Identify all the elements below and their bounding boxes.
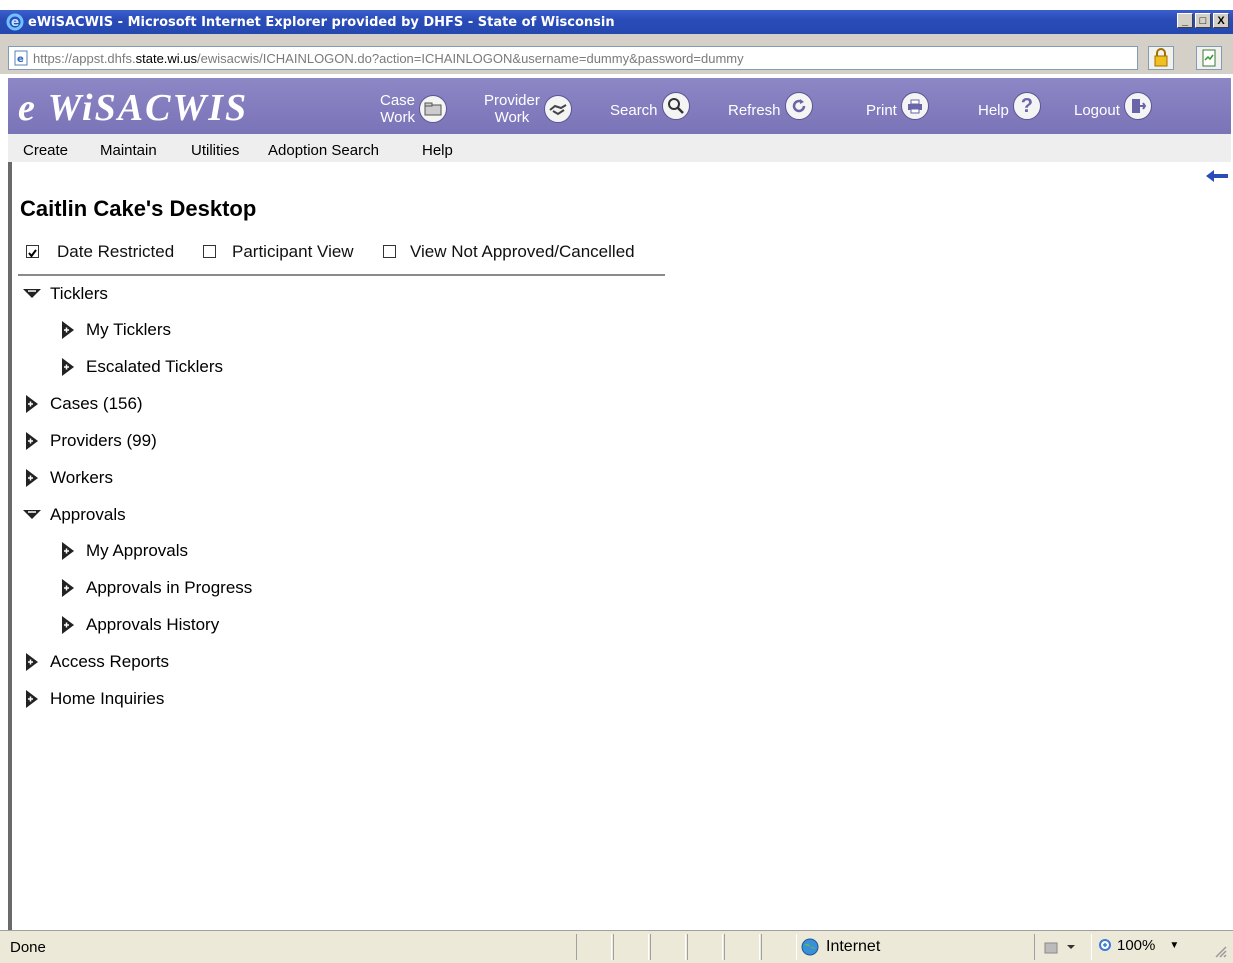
expand-triangle-icon bbox=[62, 616, 74, 634]
url-text: https://appst.dhfs.state.wi.us/ewisacwis… bbox=[33, 50, 744, 66]
close-button[interactable]: X bbox=[1213, 13, 1229, 28]
expand-triangle-icon bbox=[62, 358, 74, 376]
status-bar: Done Internet 100% ▼ bbox=[0, 930, 1233, 963]
status-segment bbox=[687, 934, 723, 960]
status-segment bbox=[576, 934, 612, 960]
globe-icon bbox=[801, 938, 819, 956]
expand-triangle-icon bbox=[26, 395, 38, 413]
view-not-approved-checkbox[interactable] bbox=[383, 245, 396, 258]
status-segment bbox=[650, 934, 686, 960]
menu-create[interactable]: Create bbox=[23, 142, 68, 159]
svg-text:e: e bbox=[17, 54, 24, 65]
app-logo: e WiSACWIS bbox=[18, 87, 249, 129]
app-banner: e WiSACWIS Case Work Provider Work Search … bbox=[8, 78, 1231, 134]
expand-triangle-icon bbox=[26, 653, 38, 671]
address-bar: e https://appst.dhfs.state.wi.us/ewisacw… bbox=[0, 34, 1233, 74]
ie-logo-icon: e bbox=[6, 13, 24, 31]
door-exit-icon bbox=[1123, 92, 1152, 120]
case-work-button[interactable]: Case Work bbox=[380, 92, 448, 126]
expand-triangle-icon bbox=[26, 690, 38, 708]
handshake-icon bbox=[543, 95, 572, 123]
tree-node-my-approvals[interactable]: My Approvals bbox=[58, 541, 188, 561]
window-title-bar: e eWiSACWIS - Microsoft Internet Explore… bbox=[0, 10, 1233, 34]
tree-node-providers[interactable]: Providers (99) bbox=[22, 431, 157, 451]
left-frame-border bbox=[8, 162, 12, 932]
page-title: Caitlin Cake's Desktop bbox=[20, 196, 257, 221]
expand-triangle-icon bbox=[62, 321, 74, 339]
view-not-approved-label: View Not Approved/Cancelled bbox=[410, 242, 635, 261]
maximize-button[interactable]: □ bbox=[1195, 13, 1211, 28]
participant-view-checkbox[interactable] bbox=[203, 245, 216, 258]
tree-node-escalated-ticklers[interactable]: Escalated Ticklers bbox=[58, 357, 223, 377]
expand-triangle-icon bbox=[62, 579, 74, 597]
refresh-button[interactable]: Refresh bbox=[728, 92, 813, 120]
expand-triangle-icon bbox=[26, 432, 38, 450]
minimize-button[interactable]: _ bbox=[1177, 13, 1193, 28]
security-zone: Internet bbox=[800, 937, 880, 957]
magnifier-icon bbox=[661, 92, 690, 120]
date-restricted-label: Date Restricted bbox=[57, 242, 175, 261]
folder-icon bbox=[419, 95, 448, 123]
tree-node-access-reports[interactable]: Access Reports bbox=[22, 652, 169, 672]
tree-node-home-inquiries[interactable]: Home Inquiries bbox=[22, 689, 164, 709]
status-segment bbox=[613, 934, 649, 960]
menu-bar: Create Maintain Utilities Adoption Searc… bbox=[8, 134, 1231, 162]
protected-mode-icon bbox=[1044, 942, 1075, 954]
printer-icon bbox=[900, 92, 929, 120]
logout-button[interactable]: Logout bbox=[1074, 92, 1152, 120]
expand-triangle-icon bbox=[62, 542, 74, 560]
tree-node-workers[interactable]: Workers bbox=[22, 468, 113, 488]
tree-node-cases[interactable]: Cases (156) bbox=[22, 394, 143, 414]
collapse-triangle-icon bbox=[23, 510, 41, 519]
menu-maintain[interactable]: Maintain bbox=[100, 142, 157, 159]
chevron-down-icon: ▼ bbox=[1169, 940, 1180, 951]
menu-help[interactable]: Help bbox=[422, 142, 453, 159]
tree-node-my-ticklers[interactable]: My Ticklers bbox=[58, 320, 171, 340]
back-arrow-icon[interactable] bbox=[1204, 168, 1230, 184]
expand-triangle-icon bbox=[26, 469, 38, 487]
tree-node-approvals[interactable]: Approvals bbox=[22, 505, 126, 525]
window-title: eWiSACWIS - Microsoft Internet Explorer … bbox=[28, 14, 615, 30]
svg-text:e: e bbox=[11, 15, 19, 29]
protected-mode-segment[interactable] bbox=[1034, 934, 1092, 960]
provider-work-button[interactable]: Provider Work bbox=[484, 92, 572, 126]
resize-grip-icon[interactable] bbox=[1212, 943, 1228, 959]
help-button[interactable]: Help ? bbox=[978, 92, 1041, 120]
status-segment bbox=[761, 934, 797, 960]
status-text: Done bbox=[10, 939, 46, 956]
tree-node-approvals-history[interactable]: Approvals History bbox=[58, 615, 219, 635]
menu-utilities[interactable]: Utilities bbox=[191, 142, 239, 159]
tree-node-ticklers[interactable]: Ticklers bbox=[22, 284, 108, 304]
page-icon: e bbox=[14, 50, 28, 66]
search-button[interactable]: Search bbox=[610, 92, 690, 120]
zoom-icon bbox=[1099, 938, 1111, 951]
url-field[interactable]: e https://appst.dhfs.state.wi.us/ewisacw… bbox=[8, 46, 1138, 70]
refresh-icon bbox=[784, 92, 813, 120]
participant-view-label: Participant View bbox=[232, 242, 354, 261]
page-report-icon[interactable] bbox=[1196, 46, 1222, 70]
checkmark-icon bbox=[28, 249, 37, 258]
question-icon: ? bbox=[1012, 92, 1041, 120]
date-restricted-checkbox[interactable] bbox=[26, 245, 39, 258]
zoom-control[interactable]: 100% ▼ bbox=[1098, 937, 1179, 954]
security-lock-icon[interactable] bbox=[1148, 46, 1174, 70]
status-segment bbox=[724, 934, 760, 960]
divider bbox=[18, 274, 665, 276]
menu-adoption-search[interactable]: Adoption Search bbox=[268, 142, 379, 159]
tree-node-approvals-in-progress[interactable]: Approvals in Progress bbox=[58, 578, 252, 598]
collapse-triangle-icon bbox=[23, 289, 41, 298]
print-button[interactable]: Print bbox=[866, 92, 929, 120]
